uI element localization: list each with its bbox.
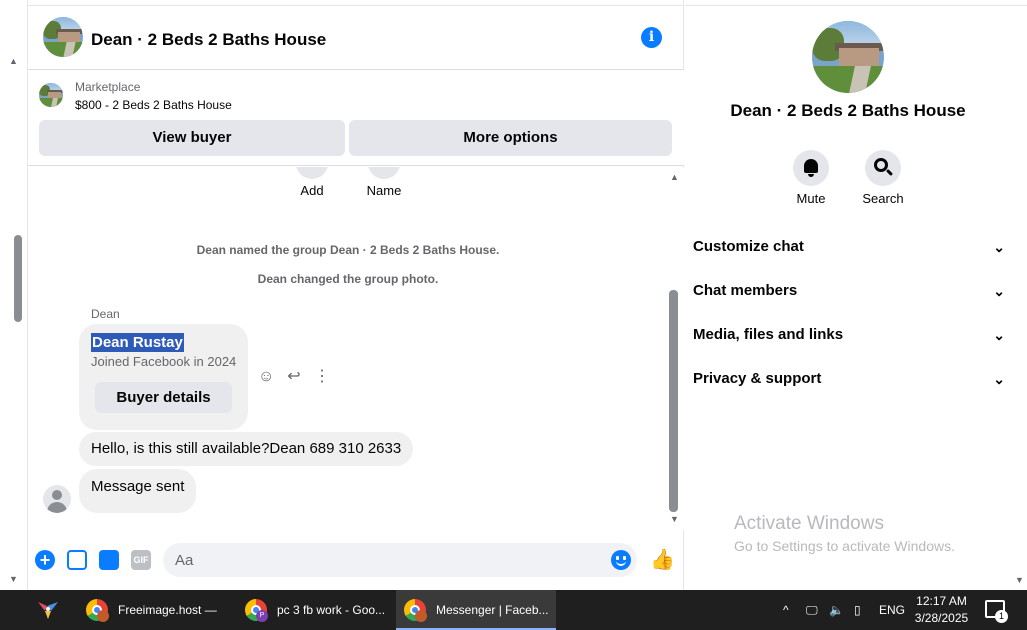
screen: ▲ ▼ Dean · 2 Beds 2 Baths House i Market… — [0, 0, 1027, 630]
conversation-header: Dean · 2 Beds 2 Baths House i — [28, 6, 684, 70]
profile-badge — [97, 610, 109, 622]
scroll-up-icon[interactable]: ▲ — [670, 172, 679, 182]
chevron-down-icon: ⌄ — [993, 239, 1005, 255]
add-people-icon[interactable] — [296, 167, 328, 179]
group-photo[interactable] — [812, 21, 884, 93]
section-media-files[interactable]: Media, files and links ⌄ — [693, 315, 1011, 355]
name-group-icon[interactable] — [368, 167, 400, 179]
language-indicator[interactable]: ENG — [879, 590, 905, 630]
taskbar-app-messenger[interactable]: Messenger | Faceb... — [396, 590, 556, 630]
scroll-down-icon[interactable]: ▼ — [670, 514, 679, 524]
taskbar: Freeimage.host — I... P pc 3 fb work - G… — [0, 590, 1027, 630]
message-input-wrap — [163, 543, 637, 577]
reply-icon[interactable]: ↩ — [286, 367, 302, 387]
user-avatar — [43, 485, 71, 513]
mute-label: Mute — [796, 191, 826, 206]
section-label: Privacy & support — [693, 370, 822, 387]
taskbar-app-label: Freeimage.host — I... — [118, 603, 217, 617]
system-message: Dean named the group Dean · 2 Beds 2 Bat… — [196, 243, 500, 257]
conversation-pane: Dean · 2 Beds 2 Baths House i Marketplac… — [28, 0, 684, 590]
marketplace-banner: Marketplace $800 - 2 Beds 2 Baths House … — [28, 70, 684, 166]
house-photo — [43, 17, 83, 57]
taskbar-app-pc3[interactable]: P pc 3 fb work - Goo... — [237, 590, 392, 630]
search-label: Search — [862, 191, 904, 206]
listing-thumbnail — [39, 83, 63, 107]
section-label: Media, files and links — [693, 326, 844, 343]
chevron-down-icon: ⌄ — [993, 327, 1005, 343]
bell-icon — [804, 159, 818, 173]
message-list: Add Name Dean named the group Dean · 2 B… — [28, 167, 684, 530]
start-icon[interactable] — [35, 598, 61, 622]
emoji-icon[interactable] — [611, 550, 631, 570]
notification-icon[interactable]: 1 — [985, 600, 1008, 623]
section-label: Customize chat — [693, 238, 804, 255]
info-icon[interactable]: i — [641, 27, 662, 48]
chevron-up-icon[interactable]: ^ — [783, 590, 789, 630]
message-actions: ☺ ↩ ⋮ — [258, 367, 330, 387]
taskbar-app-freeimage[interactable]: Freeimage.host — I... — [78, 590, 230, 630]
view-buyer-button[interactable]: View buyer — [39, 120, 345, 156]
details-panel: Dean · 2 Beds 2 Baths House Mute Search … — [685, 0, 1027, 590]
notification-count: 1 — [995, 610, 1008, 623]
panel-title: Dean · 2 Beds 2 Baths House — [730, 101, 966, 120]
page-scrollbar[interactable]: ▲ ▼ — [0, 0, 28, 590]
chevron-down-icon: ⌄ — [993, 283, 1005, 299]
chevron-down-icon: ⌄ — [993, 371, 1005, 387]
mute-button[interactable] — [793, 150, 829, 186]
clock-date: 3/28/2025 — [914, 611, 969, 625]
message-bubble[interactable]: Hello, is this still available?Dean 689 … — [79, 432, 414, 466]
top-divider — [685, 0, 1027, 6]
section-chat-members[interactable]: Chat members ⌄ — [693, 271, 1011, 311]
taskbar-app-label: pc 3 fb work - Goo... — [277, 603, 386, 617]
messages-scrollbar[interactable]: ▲ ▼ — [666, 172, 682, 528]
clock[interactable]: 12:17 AM 3/28/2025 — [904, 593, 979, 627]
search-button[interactable] — [865, 150, 901, 186]
buyer-joined: Joined Facebook in 2024 — [91, 354, 237, 369]
listing-title[interactable]: $800 - 2 Beds 2 Baths House — [75, 98, 232, 112]
activation-watermark-title: Activate Windows — [734, 513, 884, 534]
network-icon[interactable]: 🖵 — [806, 590, 818, 630]
add-label: Add — [300, 183, 324, 198]
system-message: Dean changed the group photo. — [257, 272, 439, 286]
profile-badge — [415, 610, 427, 622]
gif-icon[interactable]: GIF — [131, 550, 151, 570]
scroll-thumb[interactable] — [669, 290, 678, 512]
group-avatar[interactable] — [43, 17, 83, 57]
image-icon[interactable] — [67, 550, 87, 570]
message-bubble[interactable]: Message sent — [79, 469, 197, 513]
scroll-thumb[interactable] — [14, 235, 22, 322]
buyer-name[interactable]: Dean Rustay — [91, 333, 184, 352]
thumbs-up-icon[interactable]: 👍 — [650, 548, 675, 572]
scroll-down-icon[interactable]: ▼ — [1015, 575, 1024, 585]
plus-icon[interactable]: + — [35, 550, 55, 570]
clock-time: 12:17 AM — [916, 594, 967, 608]
section-privacy-support[interactable]: Privacy & support ⌄ — [693, 359, 1011, 399]
composer: + GIF 👍 — [28, 540, 684, 580]
marketplace-label: Marketplace — [75, 80, 141, 94]
section-customize-chat[interactable]: Customize chat ⌄ — [693, 227, 1011, 267]
buyer-card: Dean Rustay Joined Facebook in 2024 Buye… — [79, 324, 248, 430]
activation-watermark-subtitle: Go to Settings to activate Windows. — [734, 538, 955, 554]
scroll-down-icon[interactable]: ▼ — [9, 574, 18, 584]
sticker-icon[interactable] — [99, 550, 119, 570]
buyer-details-button[interactable]: Buyer details — [95, 382, 232, 413]
scroll-up-icon[interactable]: ▲ — [9, 56, 18, 66]
react-icon[interactable]: ☺ — [258, 367, 274, 387]
message-input[interactable] — [175, 543, 595, 577]
section-label: Chat members — [693, 282, 798, 299]
volume-icon[interactable]: 🔈 — [829, 590, 844, 630]
profile-badge: P — [256, 610, 268, 622]
sender-name: Dean — [91, 307, 120, 321]
more-icon[interactable]: ⋮ — [314, 367, 330, 387]
device-icon[interactable]: ▯ — [854, 590, 861, 630]
conversation-title[interactable]: Dean · 2 Beds 2 Baths House — [91, 30, 326, 50]
more-options-button[interactable]: More options — [349, 120, 672, 156]
taskbar-app-label: Messenger | Faceb... — [436, 603, 549, 617]
name-label: Name — [366, 183, 402, 198]
